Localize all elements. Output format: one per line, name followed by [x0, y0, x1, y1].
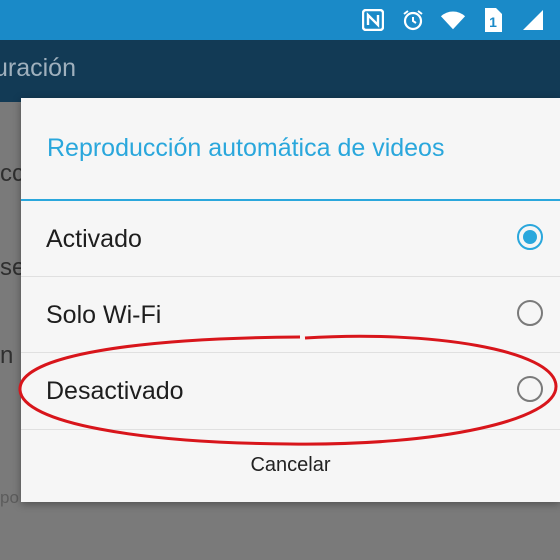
status-bar: 1: [0, 0, 560, 40]
radio-button[interactable]: [517, 376, 543, 402]
status-icons: 1: [360, 6, 546, 34]
option-label: Desactivado: [46, 377, 184, 405]
option-activado[interactable]: Activado: [21, 201, 560, 277]
radio-button-checked[interactable]: [517, 224, 543, 250]
app-bar: uración: [0, 40, 560, 102]
wifi-icon: [440, 7, 466, 33]
radio-button[interactable]: [517, 300, 543, 326]
option-desactivado[interactable]: Desactivado: [21, 353, 560, 429]
autoplay-dialog: Reproducción automática de videos Activa…: [21, 98, 560, 502]
alarm-icon: [400, 7, 426, 33]
option-label: Solo Wi-Fi: [46, 301, 162, 329]
app-bar-title: uración: [0, 54, 76, 82]
sim-1-icon: 1: [480, 7, 506, 33]
signal-icon: [520, 7, 546, 33]
sim-label: 1: [489, 14, 497, 30]
option-solo-wifi[interactable]: Solo Wi-Fi: [21, 277, 560, 353]
option-label: Activado: [46, 225, 142, 253]
option-divider: [21, 429, 560, 430]
background-subitem: po: [0, 488, 19, 507]
cancel-button[interactable]: Cancelar: [21, 434, 560, 502]
nfc-icon: [360, 7, 386, 33]
dialog-title: Reproducción automática de videos: [47, 134, 445, 162]
